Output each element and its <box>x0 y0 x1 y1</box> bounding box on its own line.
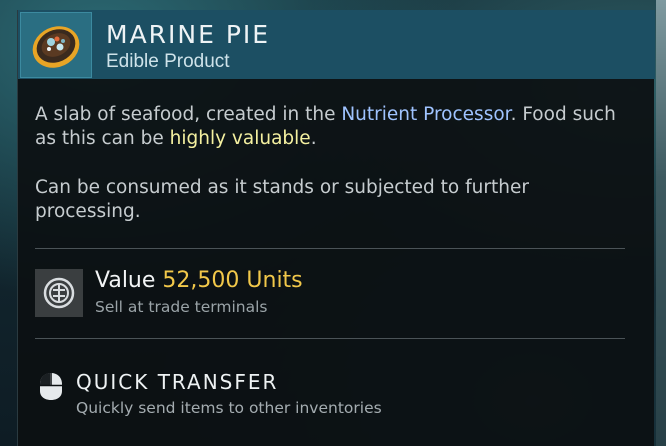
description-text-3: . <box>310 128 317 149</box>
marine-pie-icon <box>32 26 80 68</box>
units-currency-icon <box>43 277 75 309</box>
value-amount: 52,500 Units <box>162 268 303 293</box>
description-highlight: highly valuable <box>169 128 311 149</box>
item-description: A slab of seafood, created in the Nutrie… <box>35 103 635 151</box>
value-icon-frame <box>35 269 83 317</box>
quick-transfer-action[interactable]: QUICK TRANSFER <box>76 370 278 394</box>
description-text-1: A slab of seafood, created in the <box>35 104 342 125</box>
nutrient-processor-link: Nutrient Processor <box>341 104 511 125</box>
value-row: Value 52,500 Units <box>95 268 303 293</box>
background-edge <box>656 0 666 446</box>
item-description-2: Can be consumed as it stands or subjecte… <box>35 177 529 222</box>
mouse-button-icon <box>40 373 62 400</box>
divider-bottom <box>35 338 625 339</box>
divider-top <box>35 248 625 249</box>
item-category: Edible Product <box>106 51 230 72</box>
tooltip-header: MARINE PIE Edible Product <box>18 10 655 79</box>
item-icon-frame <box>20 12 92 78</box>
item-title: MARINE PIE <box>106 20 271 49</box>
quick-transfer-note: Quickly send items to other inventories <box>76 399 382 417</box>
item-tooltip-panel: MARINE PIE Edible Product A slab of seaf… <box>17 10 655 446</box>
value-label: Value <box>95 268 156 293</box>
value-note: Sell at trade terminals <box>95 298 268 316</box>
